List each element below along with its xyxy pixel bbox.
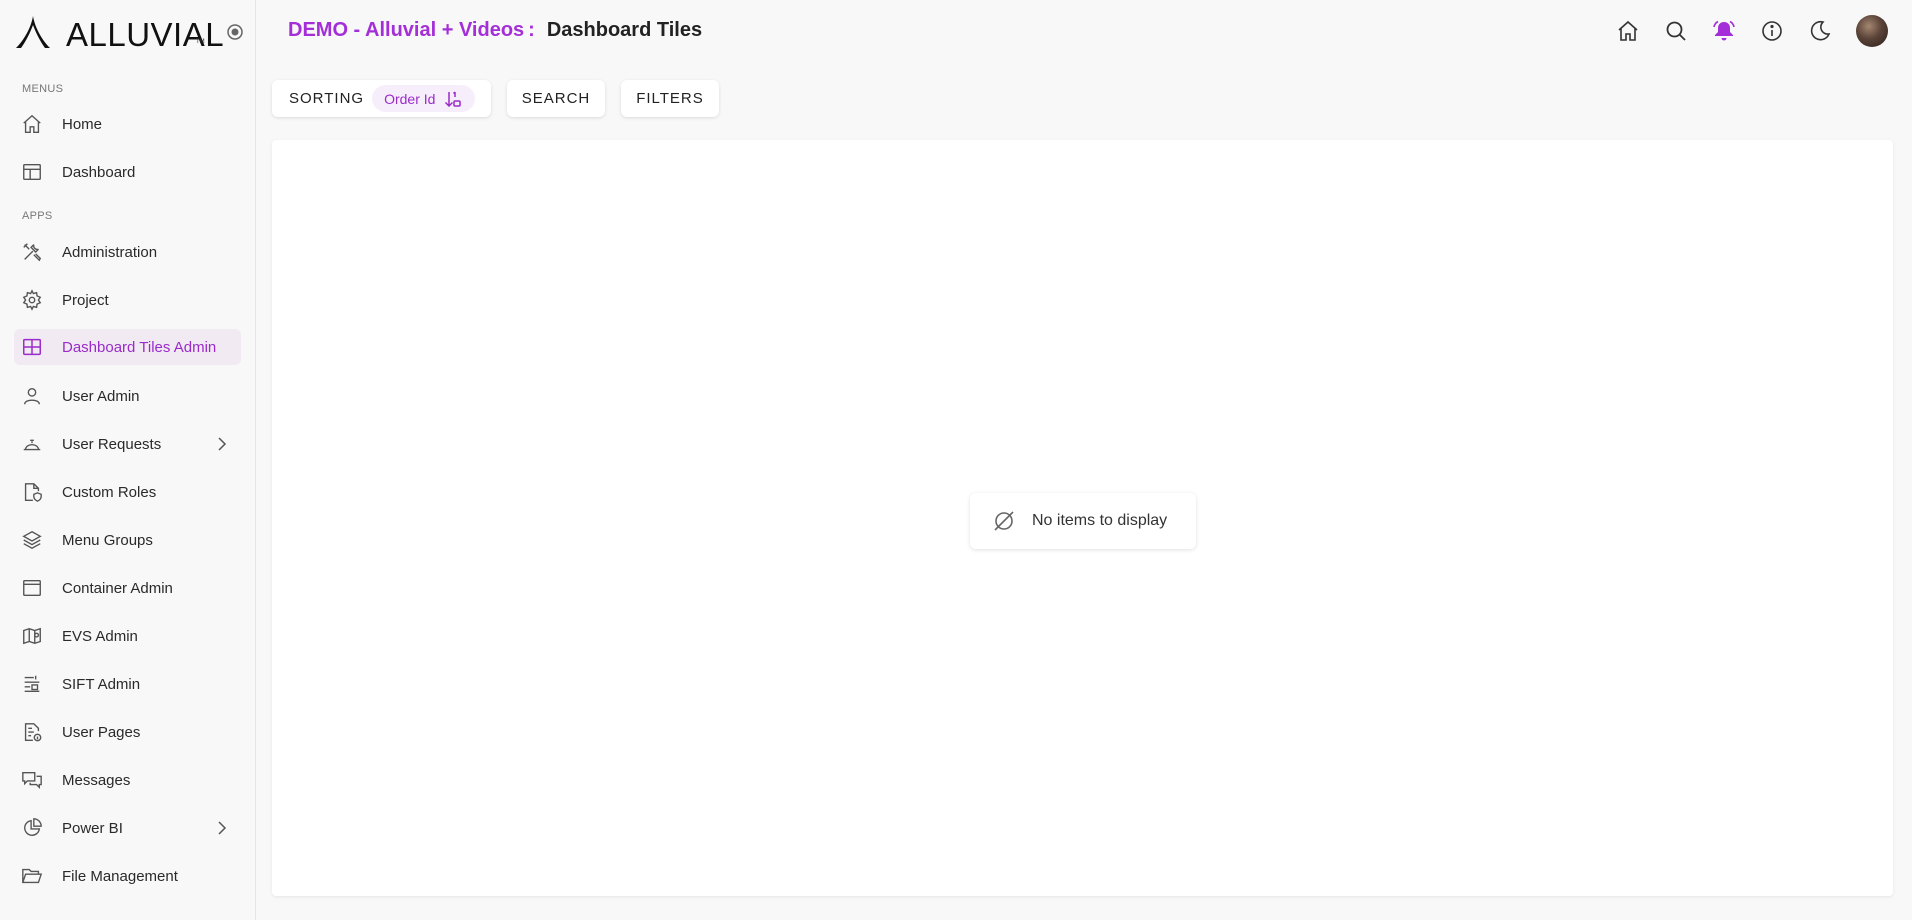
sidebar-item-project[interactable]: Project bbox=[14, 282, 241, 318]
sidebar-item-label: Menu Groups bbox=[62, 531, 153, 549]
sidebar-item-label: Messages bbox=[62, 771, 131, 789]
logo-text: ALLUVIAL bbox=[66, 16, 225, 53]
sidebar-item-label: Power BI bbox=[62, 819, 123, 837]
sort-field-label: Order Id bbox=[384, 90, 436, 107]
empty-set-icon bbox=[994, 511, 1014, 531]
chevron-right-icon[interactable] bbox=[213, 435, 231, 453]
pie-chart-icon bbox=[20, 816, 44, 840]
sidebar-item-label: Dashboard Tiles Admin bbox=[62, 338, 217, 356]
pin-sidebar-icon[interactable] bbox=[226, 23, 244, 41]
sidebar-item-user-admin[interactable]: User Admin bbox=[14, 378, 241, 414]
empty-state: No items to display bbox=[970, 493, 1196, 549]
sidebar-item-menu-groups[interactable]: Menu Groups bbox=[14, 522, 241, 558]
sidebar-item-user-requests[interactable]: User Requests bbox=[14, 426, 241, 462]
sidebar-item-label: Custom Roles bbox=[62, 483, 157, 501]
notification-bell-icon[interactable] bbox=[1712, 19, 1736, 43]
sidebar-item-label: File Management bbox=[62, 867, 178, 885]
search-icon[interactable] bbox=[1664, 19, 1688, 43]
alluvial-logo-icon bbox=[16, 16, 50, 48]
empty-message: No items to display bbox=[1032, 512, 1168, 529]
logo-tm: TM bbox=[196, 39, 205, 45]
sidebar-item-sift-admin[interactable]: SIFT Admin bbox=[14, 666, 241, 702]
title-separator: : bbox=[528, 19, 535, 41]
user-icon bbox=[20, 384, 44, 408]
sidebar-item-label: User Admin bbox=[62, 387, 140, 405]
sidebar-item-home[interactable]: Home bbox=[14, 106, 241, 142]
sort-ascending-icon bbox=[445, 90, 462, 107]
sidebar-item-file-management[interactable]: File Management bbox=[14, 858, 241, 894]
sidebar: ALLUVIAL TM MENUS Home Dashboard APPS Ad… bbox=[0, 0, 256, 920]
file-info-icon bbox=[20, 720, 44, 744]
sift-icon bbox=[20, 672, 44, 696]
dashboard-icon bbox=[20, 160, 44, 184]
sidebar-item-dashboard-tiles-admin[interactable]: Dashboard Tiles Admin bbox=[14, 329, 241, 365]
info-icon[interactable] bbox=[1760, 19, 1784, 43]
chevron-right-icon[interactable] bbox=[213, 819, 231, 837]
messages-icon bbox=[20, 768, 44, 792]
sidebar-item-label: Home bbox=[62, 115, 103, 133]
section-label-apps: APPS bbox=[22, 210, 53, 222]
folder-icon bbox=[20, 864, 44, 888]
gear-icon bbox=[20, 288, 44, 312]
home-icon[interactable] bbox=[1616, 19, 1640, 43]
layers-icon bbox=[20, 528, 44, 552]
dark-mode-moon-icon[interactable] bbox=[1808, 19, 1832, 43]
sidebar-item-custom-roles[interactable]: Custom Roles bbox=[14, 474, 241, 510]
request-icon bbox=[20, 432, 44, 456]
page-name: Dashboard Tiles bbox=[546, 19, 703, 41]
sidebar-item-label: SIFT Admin bbox=[62, 675, 141, 693]
filters-button[interactable]: FILTERS bbox=[621, 80, 719, 117]
sidebar-item-label: Container Admin bbox=[62, 579, 173, 597]
sidebar-item-label: EVS Admin bbox=[62, 627, 138, 645]
grid-icon bbox=[20, 335, 44, 359]
sorting-label: SORTING bbox=[289, 90, 365, 107]
sidebar-item-dashboard[interactable]: Dashboard bbox=[14, 154, 241, 190]
window-icon bbox=[20, 576, 44, 600]
sort-field-chip[interactable]: Order Id bbox=[372, 85, 476, 112]
sidebar-item-user-pages[interactable]: User Pages bbox=[14, 714, 241, 750]
sidebar-item-label: User Requests bbox=[62, 435, 162, 453]
sidebar-item-container-admin[interactable]: Container Admin bbox=[14, 570, 241, 606]
top-icons bbox=[1592, 15, 1888, 47]
map-icon bbox=[20, 624, 44, 648]
sorting-button[interactable]: SORTING Order Id bbox=[272, 80, 491, 117]
sidebar-item-label: Administration bbox=[62, 243, 158, 261]
section-label-menus: MENUS bbox=[22, 83, 64, 95]
brand-title: DEMO - Alluvial + Videos bbox=[288, 19, 525, 41]
sidebar-item-messages[interactable]: Messages bbox=[14, 762, 241, 798]
page-title: DEMO - Alluvial + Videos: Dashboard Tiles bbox=[288, 19, 702, 42]
sidebar-item-administration[interactable]: Administration bbox=[14, 234, 241, 270]
sidebar-item-evs-admin[interactable]: EVS Admin bbox=[14, 618, 241, 654]
logo[interactable]: ALLUVIAL TM bbox=[14, 12, 250, 53]
sidebar-item-power-bi[interactable]: Power BI bbox=[14, 810, 241, 846]
avatar[interactable] bbox=[1856, 15, 1888, 47]
search-button[interactable]: SEARCH bbox=[507, 80, 605, 117]
sidebar-item-label: Dashboard bbox=[62, 163, 136, 181]
home-icon bbox=[20, 112, 44, 136]
sidebar-item-label: User Pages bbox=[62, 723, 141, 741]
shield-file-icon bbox=[20, 480, 44, 504]
tiles-content-panel: No items to display bbox=[272, 140, 1893, 896]
tools-icon bbox=[20, 240, 44, 264]
sidebar-item-label: Project bbox=[62, 291, 109, 309]
